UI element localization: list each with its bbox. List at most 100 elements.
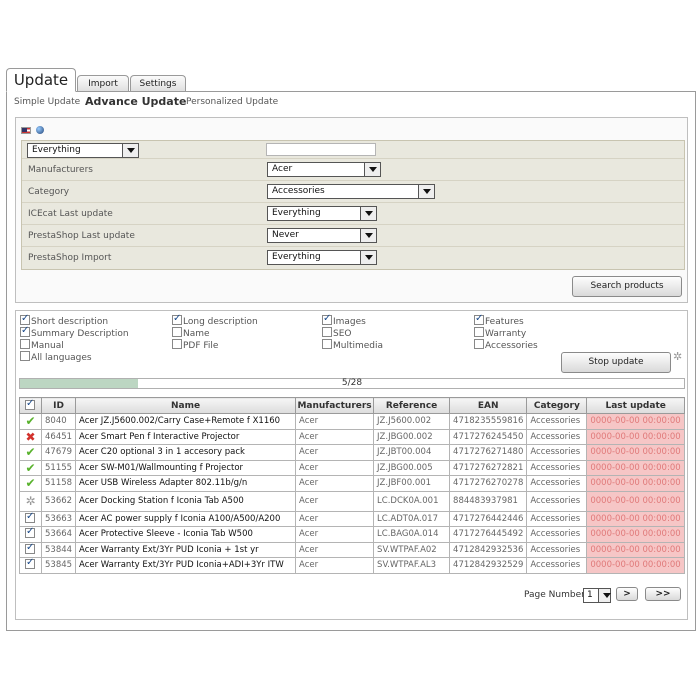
header-ean[interactable]: EAN [449,397,528,414]
select-all-checkbox[interactable] [25,398,35,410]
cell-manufacturer: Acer [295,490,375,512]
success-check-icon: ✔ [25,460,36,475]
table-row[interactable]: ✔ 51158 Acer USB Wireless Adapter 802.11b/… [19,475,685,492]
cell-name: Acer Smart Pen f Interactive Projector [75,428,297,445]
checkbox[interactable] [474,327,484,337]
cell-reference: LC.BAG0A.014 [373,526,451,543]
stop-update-button[interactable]: Stop update [561,352,671,373]
cell-reference: JZ.J5600.002 [373,413,451,430]
row-status-cell[interactable] [19,526,42,543]
checkbox[interactable] [20,313,30,325]
subnav-personalized-update[interactable]: Personalized Update [186,97,278,107]
header-reference[interactable]: Reference [373,397,451,414]
us-flag-icon[interactable] [21,127,31,134]
table-row[interactable]: 53844Acer Warranty Ext/3Yr PUD Iconia + … [19,541,685,558]
checkbox[interactable] [172,339,182,349]
row-checkbox[interactable] [25,542,35,554]
page-number-label: Page Number: [524,590,588,600]
option-images[interactable]: Images [322,313,366,327]
icecat-last-update-select[interactable]: Everything [267,206,377,221]
row-status-cell: ✔ [19,444,42,461]
checkbox[interactable] [20,351,30,361]
scope-select[interactable]: Everything [27,143,139,158]
checkbox[interactable] [172,313,182,325]
table-row[interactable]: ✲ 53662 Acer Docking Station f Iconia Tab … [19,490,685,512]
select-all-header[interactable] [19,397,42,414]
prestashop-last-update-select[interactable]: Never [267,228,377,243]
icecat-last-update-label: ICEcat Last update [28,209,113,219]
subnav-advance-update[interactable]: Advance Update [85,95,186,108]
row-checkbox[interactable] [25,557,35,570]
option-label: Images [333,317,366,327]
cell-id: 53845 [40,557,77,574]
row-status-cell[interactable] [19,510,42,527]
checkbox[interactable] [172,327,182,337]
tab-import[interactable]: Import [77,75,129,92]
table-row[interactable]: ✖ 46451 Acer Smart Pen f Interactive Proje… [19,428,685,445]
option-summary-description[interactable]: Summary Description [20,325,129,339]
filter-row-category: Category Accessories [22,181,684,203]
cell-name: Acer SW-M01/Wallmounting f Projector [75,459,297,476]
cell-manufacturer: Acer [295,413,375,430]
option-multimedia[interactable]: Multimedia [322,339,383,351]
checkbox[interactable] [322,327,332,337]
search-products-button[interactable]: Search products [572,276,682,297]
row-status-cell[interactable] [19,541,42,558]
option-pdf-file[interactable]: PDF File [172,339,218,351]
prestashop-import-select[interactable]: Everything [267,250,377,265]
header-id[interactable]: ID [40,397,77,414]
checkbox[interactable] [322,339,332,349]
chevron-down-icon [418,185,434,198]
option-seo[interactable]: SEO [322,327,351,339]
cell-manufacturer: Acer [295,428,375,445]
tab-settings[interactable]: Settings [130,75,186,92]
checkbox[interactable] [20,325,30,337]
option-name[interactable]: Name [172,327,210,339]
cell-name: Acer JZ.J5600.002/Carry Case+Remote f X1… [75,413,297,430]
cell-ean: 4717276445492 [449,526,528,543]
checkbox[interactable] [20,339,30,349]
row-status-cell: ✔ [19,459,42,476]
table-row[interactable]: ✔ 8040 Acer JZ.J5600.002/Carry Case+Remote… [19,413,685,430]
chevron-down-icon [122,144,138,157]
cell-category: Accessories [526,541,588,558]
icecat-last-update-value: Everything [272,208,321,218]
chevron-down-icon [598,589,611,602]
header-manufacturers[interactable]: Manufacturers [295,397,375,414]
progress-text: 5/28 [341,378,363,388]
header-category[interactable]: Category [526,397,588,414]
category-select[interactable]: Accessories [267,184,435,199]
option-accessories[interactable]: Accessories [474,339,538,351]
page-number-select[interactable]: 1 [583,588,611,603]
table-row[interactable]: 53663Acer AC power supply f Iconia A100/… [19,510,685,527]
next-page-button[interactable]: > [616,587,638,601]
cell-reference: SV.WTPAF.A02 [373,541,451,558]
row-status-cell[interactable] [19,557,42,574]
checkbox[interactable] [474,339,484,349]
cell-manufacturer: Acer [295,526,375,543]
cell-id: 53663 [40,510,77,527]
search-input[interactable] [266,143,376,156]
row-checkbox[interactable] [25,526,35,539]
last-page-button[interactable]: >> [645,587,681,601]
loading-spinner-icon: ✲ [25,494,36,508]
option-long-description[interactable]: Long description [172,313,258,327]
table-row[interactable]: 53664Acer Protective Sleeve - Iconia Tab… [19,526,685,543]
option-all-languages[interactable]: All languages [20,351,92,363]
option-manual[interactable]: Manual [20,339,64,351]
header-last-update[interactable]: Last update [586,397,685,414]
row-checkbox[interactable] [25,511,35,523]
table-row[interactable]: ✔ 47679 Acer C20 optional 3 in 1 accesory … [19,444,685,461]
checkbox[interactable] [322,313,332,325]
header-name[interactable]: Name [75,397,297,414]
option-short-description[interactable]: Short description [20,313,108,327]
checkbox[interactable] [474,313,484,325]
tab-update[interactable]: Update [6,68,76,92]
subnav-simple-update[interactable]: Simple Update [14,97,80,107]
table-row[interactable]: 53845Acer Warranty Ext/3Yr PUD Iconia+AD… [19,557,685,574]
table-row[interactable]: ✔ 51155 Acer SW-M01/Wallmounting f Project… [19,459,685,476]
option-warranty[interactable]: Warranty [474,327,526,339]
option-features[interactable]: Features [474,313,524,327]
manufacturers-select[interactable]: Acer [267,162,381,177]
globe-icon[interactable] [35,126,44,134]
